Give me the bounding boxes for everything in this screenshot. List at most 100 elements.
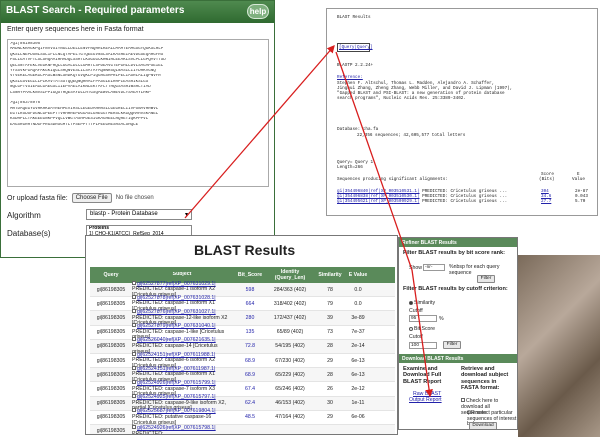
output-report-link[interactable]: Output Report (409, 397, 442, 403)
checkbox-icon[interactable] (132, 323, 136, 328)
results-table: Query Subject Bit_Score Identity (Query_… (90, 267, 395, 435)
results-body: gi|86198305 gi|62527877|ref|XP_007631029.… (90, 280, 395, 435)
checkbox-icon[interactable] (132, 294, 136, 299)
hit-evalue: 5.70 (575, 199, 586, 204)
checkbox-icon[interactable] (132, 280, 136, 285)
query-frame-link[interactable]: [Query|Query] (337, 43, 373, 52)
bitscore-option[interactable]: Bit Score (409, 326, 435, 332)
cell-evalue: 6e-13 (351, 357, 365, 364)
cell-evalue: 0.0 (354, 300, 362, 307)
checkbox-icon[interactable] (132, 394, 136, 399)
col-bit-score[interactable]: Bit_Score (232, 272, 268, 278)
col-similarity[interactable]: Similarity (312, 272, 348, 278)
filter-button[interactable]: Filter (477, 275, 495, 283)
show-label: Show (409, 265, 422, 271)
database-stats: 22,356 sequences; 42,605,577 total lette… (357, 133, 466, 138)
report-version: BLASTP 2.2.24+ (337, 63, 374, 68)
cell-bit-score[interactable]: 598 (232, 287, 268, 293)
search-header: BLAST Search - Required parameters help (1, 1, 274, 23)
col-subject[interactable]: Subject (132, 272, 232, 278)
similarity-option[interactable]: Similarity (409, 300, 435, 306)
upload-label: Or upload fasta file: (7, 194, 68, 202)
radio-off-icon (409, 326, 413, 331)
blast-text-report-window: BLAST Results [Query|Query] BLASTP 2.2.2… (326, 8, 598, 216)
checkbox-icon[interactable] (132, 365, 136, 370)
checkbox-icon[interactable] (132, 380, 136, 385)
cell-evalue: 1e-11 (351, 400, 365, 407)
cell-query: gi|86198305 (96, 400, 126, 407)
checkbox-icon (461, 398, 465, 402)
cell-similarity: 28 (327, 371, 333, 378)
cell-bit-score[interactable]: 664 (232, 301, 268, 307)
subject-desc: PREDICTED: putative caspase-16 [Cricetul… (132, 413, 212, 426)
length-line: Length=266 (337, 165, 363, 170)
checkbox-icon[interactable] (132, 408, 136, 413)
col-e-value[interactable]: E Value (348, 272, 368, 278)
cutoff2-label: Cutoff (409, 334, 423, 340)
cell-bit-score[interactable]: 62.4 (232, 400, 268, 406)
enter-sequence-label: Enter query sequences here in Fasta form… (7, 26, 144, 33)
filter-bits-title: Filter BLAST results by bit score rank: (403, 250, 505, 256)
sequence-textarea[interactable]: >gi|86198305 MADNLKRAGKPQIFNVVSIYNGLLDELL… (7, 39, 269, 187)
cell-evalue: 6e-06 (351, 414, 365, 421)
cell-evalue: 2e-12 (351, 385, 365, 392)
cell-evalue: 6e-13 (351, 371, 365, 378)
cell-bit-score[interactable]: 280 (232, 315, 268, 321)
database-line: Database: cha.fa (337, 127, 379, 132)
refiner-panel: Refiner BLAST Results Filter BLAST resul… (398, 237, 518, 430)
cell-evalue: 0.0 (354, 286, 362, 293)
cell-query: gi|86198305 (96, 343, 126, 350)
cell-bit-score[interactable]: 68.9 (232, 358, 268, 364)
cell-similarity: 29 (327, 357, 333, 364)
table-row: gi|86198305 gi|62524926|ref|XP_007615798.… (90, 424, 395, 435)
subject-desc: PREDICTED: (132, 430, 164, 435)
download-right-text: Retrieve and download subject sequences … (461, 366, 509, 392)
checkbox-icon[interactable] (132, 351, 136, 356)
cell-subject: gi|62524926|ref|XP_007615798.1| PREDICTE… (132, 425, 232, 435)
download-left-text: Examine and Download Full BLAST Report (403, 366, 442, 385)
cell-query: gi|86198305 (96, 329, 126, 336)
bitscore-cutoff-input[interactable]: 100 (409, 342, 437, 349)
results-title: BLAST Results (194, 242, 296, 258)
download-header: Download BLAST Results (399, 354, 517, 363)
hit-desc: PREDICTED: Cricetulus griseus ... (422, 199, 508, 204)
cell-identity: 284/363 (402) (273, 286, 307, 293)
cell-similarity: 26 (327, 385, 333, 392)
cell-subject: gi|62525687|ref|XP_007619804.1| PREDICTE… (132, 408, 232, 426)
cell-bit-score[interactable]: 72.8 (232, 343, 268, 349)
col-identity[interactable]: Identity (Query_Len) (268, 269, 312, 281)
algorithm-select[interactable]: blastp - Protein Database ▾ (86, 209, 192, 220)
cell-identity: 67/230 (402) (275, 357, 305, 364)
cell-bit-score[interactable]: 68.9 (232, 372, 268, 378)
similarity-cutoff-input[interactable]: 95 (409, 315, 437, 322)
col-query[interactable]: Query (90, 272, 132, 278)
checkbox-icon[interactable] (132, 309, 136, 314)
cell-similarity: 73 (327, 329, 333, 336)
blast-results-window: BLAST Results Query Subject Bit_Score Id… (85, 235, 398, 435)
cell-bit-score[interactable]: 67.4 (232, 386, 268, 392)
checkbox-icon[interactable] (132, 337, 136, 342)
hit-id-link[interactable]: gi|354495621|ref|XP_003509929.1| (337, 199, 420, 204)
filter2-button[interactable]: Filter (443, 341, 461, 349)
algorithm-value: blastp - Protein Database (90, 211, 158, 217)
hit-row: gi|354495621|ref|XP_003509929.1| PREDICT… (337, 199, 592, 204)
cell-bit-score[interactable]: 135 (232, 329, 268, 335)
bits-header: (Bits) (539, 177, 555, 182)
background-photo (518, 255, 600, 437)
choose-file-button[interactable]: Choose File (71, 193, 112, 203)
download-button[interactable]: Download (469, 422, 497, 429)
reference-link[interactable]: Reference: (337, 75, 363, 80)
help-button[interactable]: help (247, 4, 269, 19)
cell-query: gi|86198305 (96, 414, 126, 421)
reference-line: search programs", Nucleic Acids Res. 25:… (337, 96, 466, 101)
cell-identity: 318/402 (402) (273, 300, 307, 307)
show-select[interactable]: -nr- (423, 264, 445, 271)
cell-similarity: 78 (327, 286, 333, 293)
cell-query: gi|86198305 (96, 357, 126, 364)
cell-query: gi|86198305 (96, 428, 126, 435)
cell-bit-score[interactable]: 48.5 (232, 414, 268, 420)
checkbox-icon[interactable] (132, 425, 136, 430)
cell-similarity: 29 (327, 414, 333, 421)
hit-score-link[interactable]: 27.7 (541, 199, 551, 204)
screenshot-composite: { "search": { "title": "BLAST Search - R… (0, 0, 600, 437)
